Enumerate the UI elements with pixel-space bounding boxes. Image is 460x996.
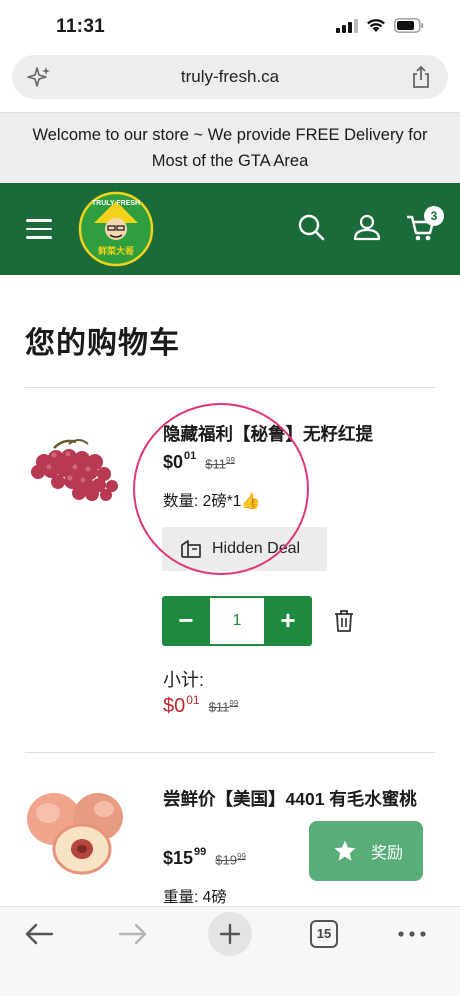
price-cents: 99 <box>194 846 207 858</box>
quantity-stepper[interactable]: − 1 + <box>162 596 312 646</box>
item-name[interactable]: 尝鲜价【美国】4401 有毛水蜜桃 <box>163 784 438 814</box>
price-cents: 01 <box>184 450 197 462</box>
decrease-quantity-button[interactable]: − <box>162 596 210 646</box>
subtotal-price: $0 01 $1199 <box>163 693 239 718</box>
wifi-icon <box>367 19 385 32</box>
item-name[interactable]: 隐藏福利【秘鲁】无籽红提 <box>163 419 438 449</box>
forward-icon[interactable] <box>118 923 148 945</box>
share-icon[interactable] <box>410 65 432 89</box>
announcement-bar: Welcome to our store ~ We provide FREE D… <box>0 112 460 183</box>
page-title: 您的购物车 <box>25 327 180 360</box>
cart-count-badge[interactable]: 3 <box>424 206 444 226</box>
menu-icon[interactable] <box>26 219 52 239</box>
logo[interactable]: TRULY FRESH 鲜菜大哥 <box>78 191 154 267</box>
subtotal-label: 小计: <box>163 670 205 690</box>
plus-icon <box>219 923 241 945</box>
original-price-dollars: $19 <box>215 852 237 868</box>
original-price-cents: 99 <box>237 852 246 861</box>
red-grapes-image[interactable] <box>24 432 124 504</box>
logo-text: TRULY FRESH <box>92 200 140 207</box>
battery-icon <box>394 18 424 33</box>
quantity-input[interactable]: 1 <box>210 598 264 644</box>
logo-subtext: 鲜菜大哥 <box>98 245 134 257</box>
price-dollars: $15 <box>163 848 194 868</box>
site-header: TRULY FRESH 鲜菜大哥 <box>0 183 460 275</box>
reward-label[interactable]: 奖励 <box>371 839 403 863</box>
peach-image[interactable] <box>24 787 124 879</box>
status-time: 11:31 <box>56 16 106 37</box>
divider <box>25 752 435 753</box>
subtotal-dollars: $0 <box>163 695 186 717</box>
subtotal-original-price: $1199 <box>209 699 239 714</box>
url-bar[interactable]: truly-fresh.ca <box>12 55 448 99</box>
status-bar: 11:31 <box>0 0 460 54</box>
star-icon <box>334 840 356 861</box>
subtotal-original-dollars: $11 <box>208 699 230 715</box>
original-price: $1999 <box>215 852 246 867</box>
item-quantity-info: 数量: 2磅*1👍 <box>163 493 261 510</box>
item-price: $15 99 $1999 <box>163 846 246 869</box>
user-icon[interactable] <box>353 213 381 241</box>
search-icon[interactable] <box>297 213 325 241</box>
trash-icon[interactable] <box>333 609 355 633</box>
deal-icon <box>181 540 201 558</box>
more-icon[interactable] <box>398 931 426 937</box>
item-price: $0 01 $1199 <box>163 450 235 473</box>
reward-button[interactable]: 奖励 <box>309 821 423 881</box>
signal-icon <box>336 18 358 33</box>
original-price-dollars: $11 <box>205 456 227 472</box>
subtotal-cents: 01 <box>186 693 200 707</box>
new-tab-button[interactable] <box>208 912 252 956</box>
status-icons <box>336 18 424 33</box>
back-icon[interactable] <box>24 923 54 945</box>
tabs-button[interactable]: 15 <box>310 920 338 948</box>
hidden-deal-button[interactable]: Hidden Deal <box>162 527 327 571</box>
item-weight-info: 重量: 4磅 <box>163 889 227 906</box>
url-text[interactable]: truly-fresh.ca <box>12 67 448 87</box>
hidden-deal-label[interactable]: Hidden Deal <box>212 540 300 558</box>
browser-toolbar: 15 <box>0 906 460 996</box>
divider <box>25 387 435 388</box>
original-price: $1199 <box>205 456 235 471</box>
subtotal-original-cents: 99 <box>229 699 239 708</box>
original-price-cents: 99 <box>226 456 235 465</box>
price-dollars: $0 <box>163 452 184 472</box>
increase-quantity-button[interactable]: + <box>264 596 312 646</box>
